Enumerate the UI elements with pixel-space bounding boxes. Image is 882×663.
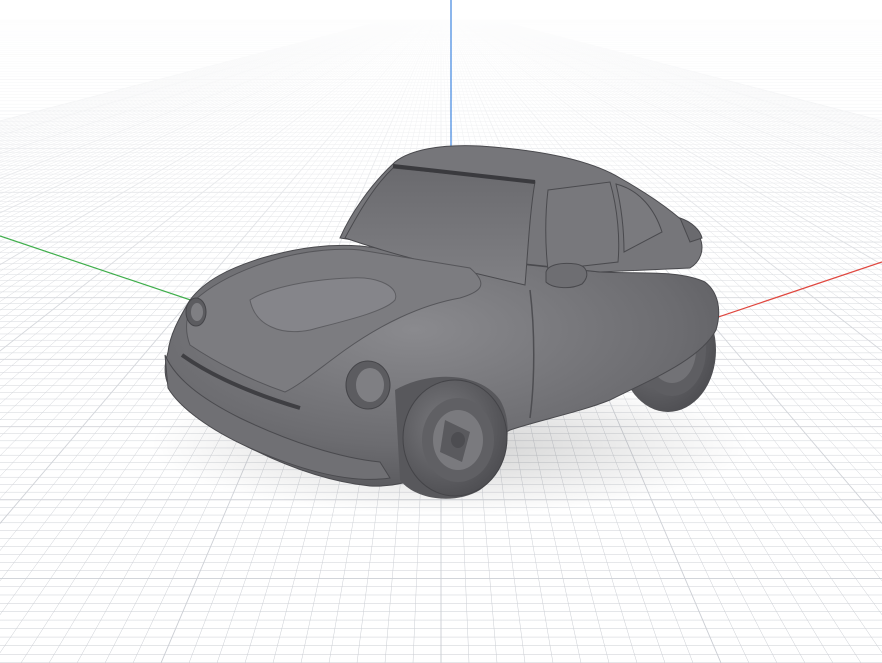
side-mirror xyxy=(545,262,588,289)
viewport-canvas[interactable] xyxy=(0,0,882,663)
headlight-right xyxy=(345,360,391,410)
3d-viewport[interactable] xyxy=(0,0,882,663)
side-window-front xyxy=(545,181,620,271)
front-wheel xyxy=(395,376,508,499)
headlight-left xyxy=(185,297,207,327)
